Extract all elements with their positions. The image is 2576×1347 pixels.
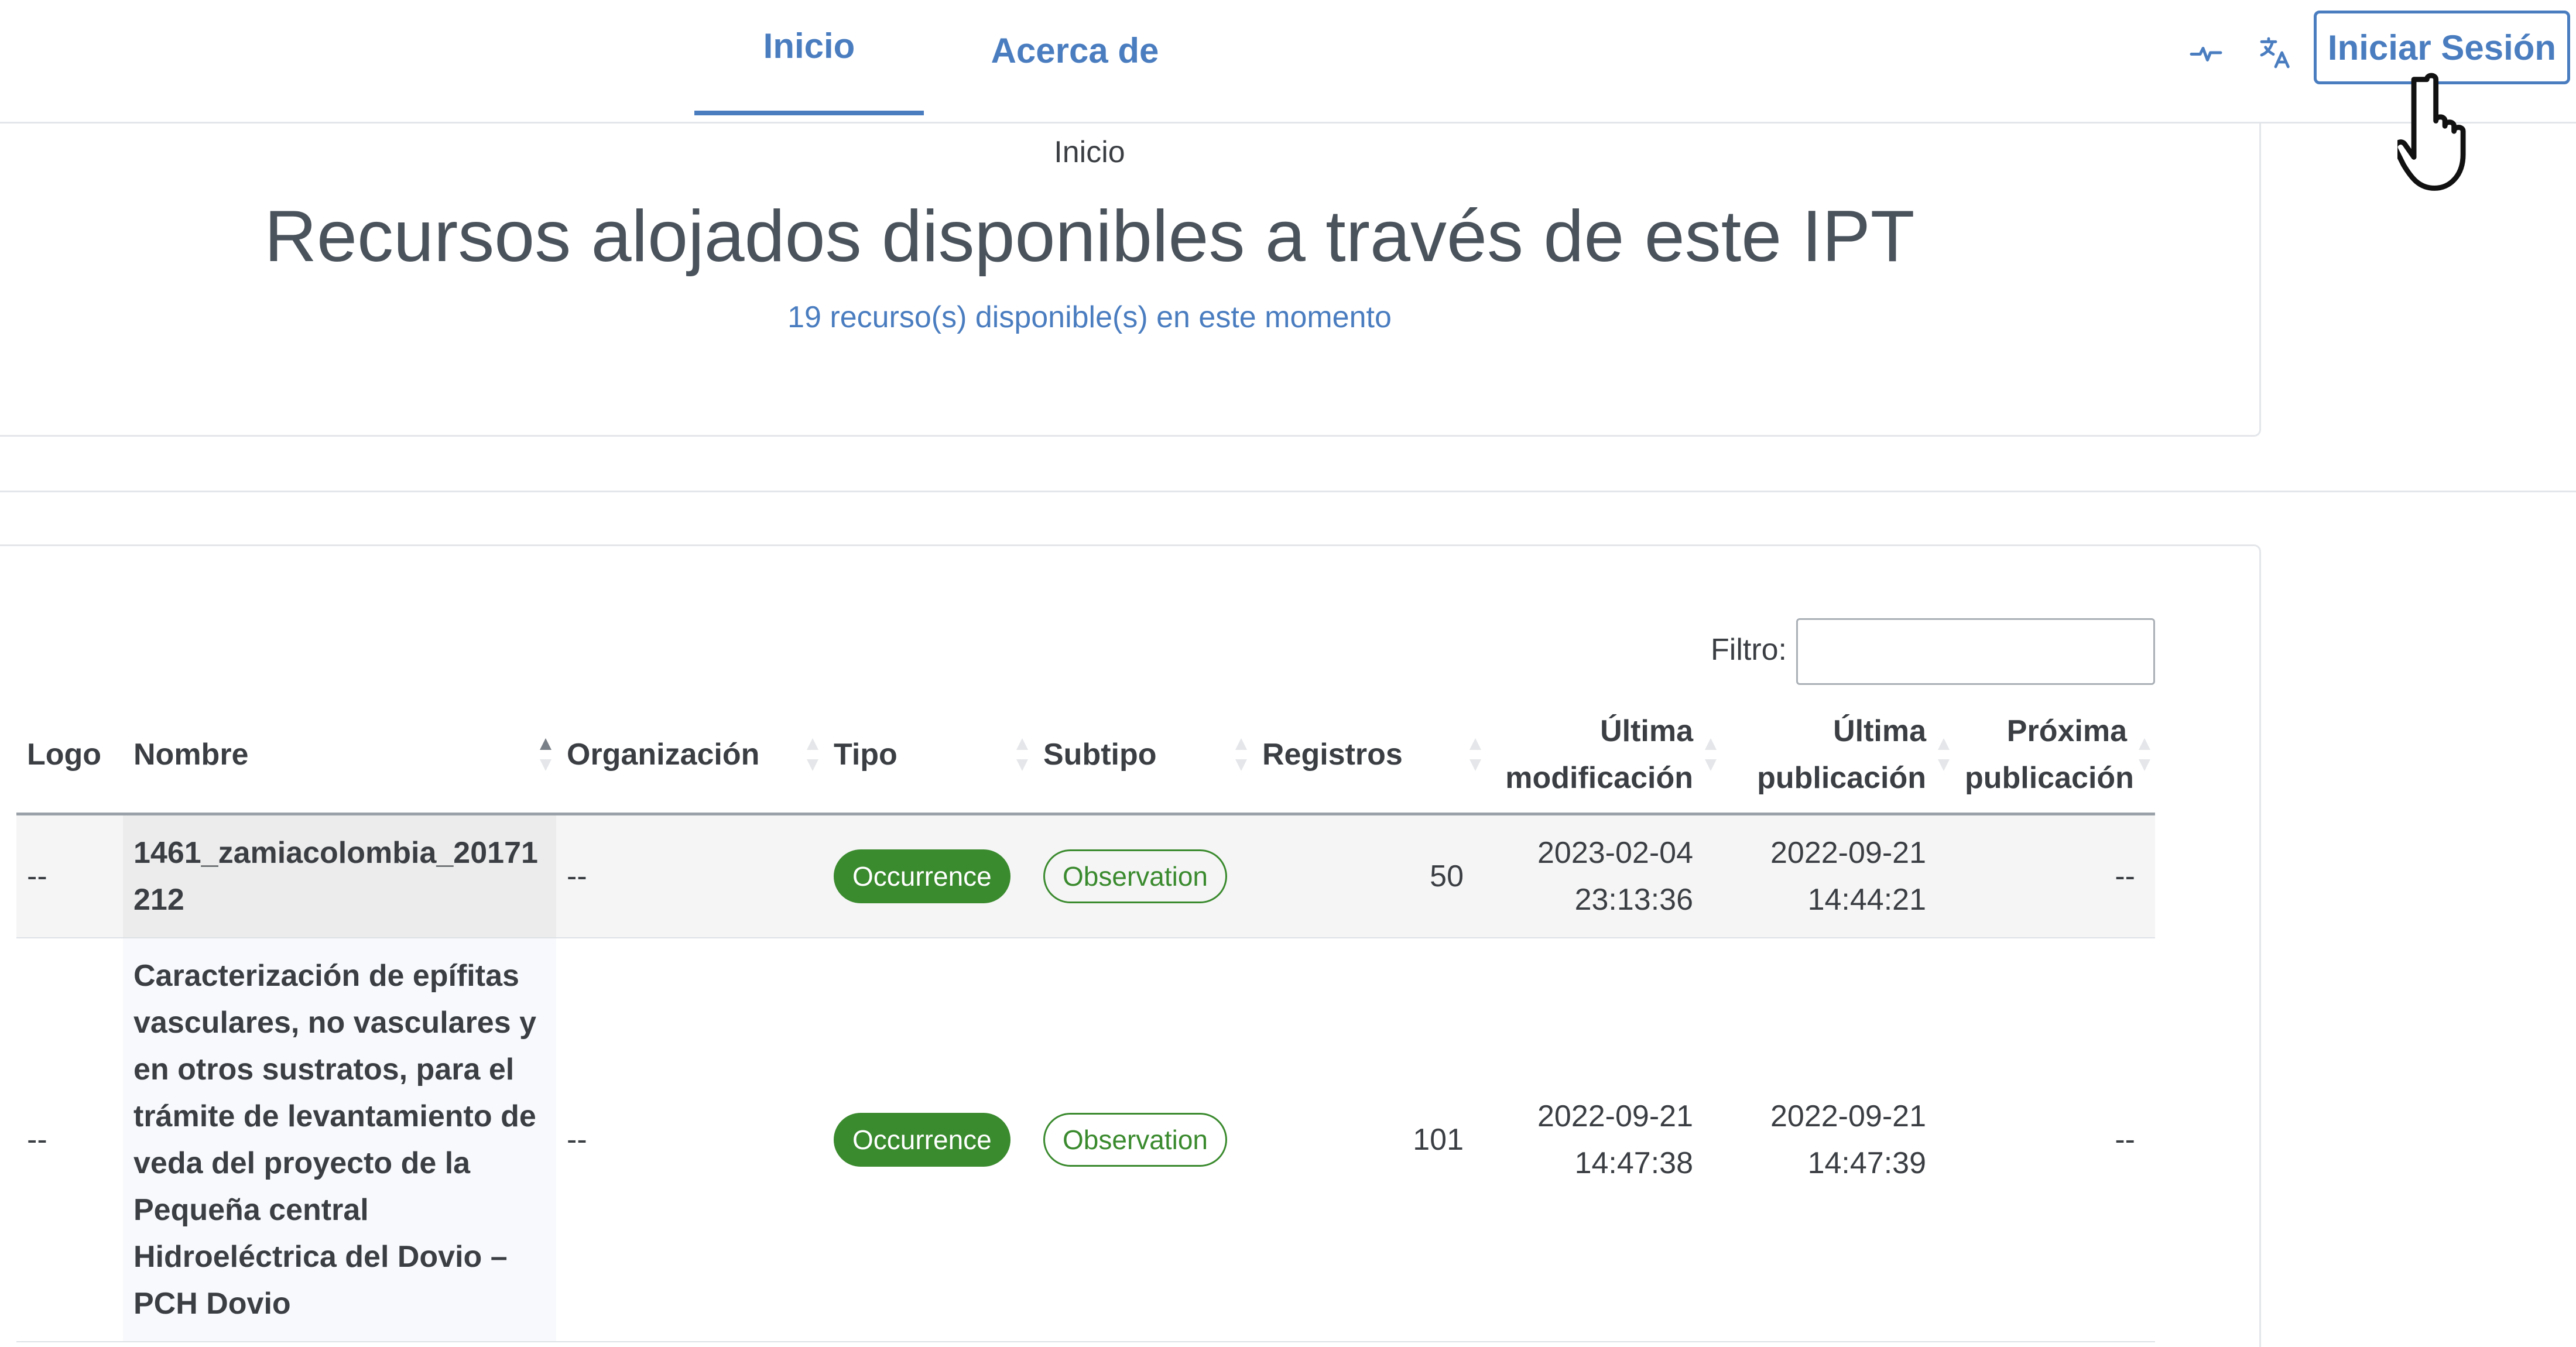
tab-inicio[interactable]: Inicio: [694, 0, 924, 115]
subtype-badge: Observation: [1043, 1113, 1228, 1167]
column-header-nombre[interactable]: Nombre: [123, 697, 556, 815]
cell-nombre-link[interactable]: 1461_zamiacolombia_20171212: [123, 814, 556, 938]
cell-subtipo: Observation: [1033, 814, 1252, 938]
breadcrumb: Inicio: [1054, 135, 1125, 169]
activity-icon[interactable]: [2186, 32, 2226, 73]
top-navbar: Inicio Acerca de Iniciar Sesión: [0, 0, 2576, 124]
column-header-organizacion[interactable]: Organización: [556, 697, 823, 815]
cell-subtipo: Observation: [1033, 938, 1252, 1342]
filter-label: Filtro:: [1711, 633, 1787, 667]
hand-cursor-icon: [2397, 73, 2466, 191]
sort-ascending-icon: [540, 738, 551, 771]
cell-ultima-modificacion: 2023-02-04 23:13:36: [1486, 814, 1721, 938]
sort-icon: [807, 738, 818, 771]
cell-tipo: Occurrence: [823, 938, 1033, 1342]
column-header-ultima-publicacion[interactable]: Última publicación: [1721, 697, 1954, 815]
cell-ultima-publicacion: 2022-09-21 14:47:39: [1721, 938, 1954, 1342]
page: Inicio Acerca de Iniciar Sesión Inicio R…: [0, 0, 2576, 1347]
cell-registros: 50: [1252, 814, 1486, 938]
type-badge: Occurrence: [834, 849, 1010, 903]
sort-icon: [1705, 738, 1717, 771]
page-title: Recursos alojados disponibles a través d…: [264, 196, 1915, 277]
cell-logo: --: [16, 814, 123, 938]
cell-ultima-publicacion: 2022-09-21 14:44:21: [1721, 814, 1954, 938]
column-header-ultima-modificacion[interactable]: Última modificación: [1486, 697, 1721, 815]
cell-organizacion: --: [556, 814, 823, 938]
cell-proxima-publicacion: --: [1954, 814, 2155, 938]
resource-count: 19 recurso(s) disponible(s) en este mome…: [787, 300, 1392, 334]
column-header-registros[interactable]: Registros: [1252, 697, 1486, 815]
tab-acerca-de[interactable]: Acerca de: [960, 0, 1190, 120]
cell-nombre-link[interactable]: Caracterización de epífitas vasculares, …: [123, 938, 556, 1342]
column-header-tipo[interactable]: Tipo: [823, 697, 1033, 815]
cell-proxima-publicacion: --: [1954, 938, 2155, 1342]
type-badge: Occurrence: [834, 1113, 1010, 1167]
subtype-badge: Observation: [1043, 849, 1228, 903]
cell-tipo: Occurrence: [823, 814, 1033, 938]
sort-icon: [2139, 738, 2150, 771]
table-header-row: Logo Nombre Organización Tipo Subtipo Re…: [16, 697, 2155, 815]
table-row[interactable]: -- 1461_zamiacolombia_20171212 -- Occurr…: [16, 814, 2155, 938]
sort-icon: [1938, 738, 1950, 771]
divider: [0, 491, 2576, 492]
sort-icon: [1016, 738, 1028, 771]
cell-ultima-modificacion: 2022-09-21 14:47:38: [1486, 938, 1721, 1342]
column-header-subtipo[interactable]: Subtipo: [1033, 697, 1252, 815]
sort-icon: [1469, 738, 1481, 771]
column-header-proxima-publicacion[interactable]: Próxima publicación: [1954, 697, 2155, 815]
column-header-logo: Logo: [16, 697, 123, 815]
cell-organizacion: --: [556, 938, 823, 1342]
cell-registros: 101: [1252, 938, 1486, 1342]
cell-logo: --: [16, 938, 123, 1342]
resources-table: Logo Nombre Organización Tipo Subtipo Re…: [16, 697, 2155, 1342]
translate-icon[interactable]: [2255, 32, 2296, 73]
table-row[interactable]: -- Caracterización de epífitas vasculare…: [16, 938, 2155, 1342]
sort-icon: [1235, 738, 1247, 771]
filter-input[interactable]: [1796, 618, 2155, 685]
